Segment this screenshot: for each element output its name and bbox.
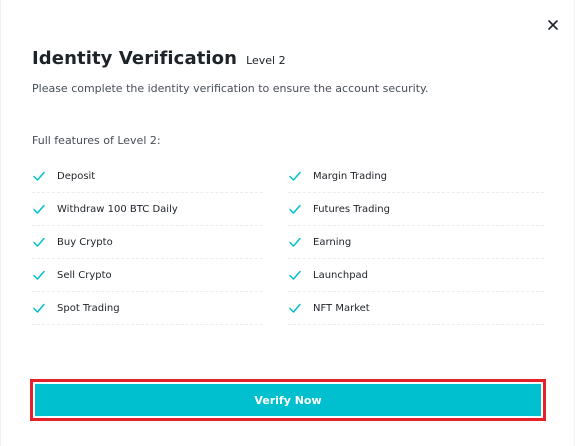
features-heading: Full features of Level 2: bbox=[32, 134, 161, 147]
check-icon bbox=[288, 202, 302, 216]
feature-item-earning: Earning bbox=[288, 226, 544, 259]
feature-label: Earning bbox=[313, 236, 352, 248]
feature-item-sell-crypto: Sell Crypto bbox=[32, 259, 263, 292]
feature-label: Spot Trading bbox=[57, 302, 120, 314]
feature-item-launchpad: Launchpad bbox=[288, 259, 544, 292]
check-icon bbox=[32, 235, 46, 249]
feature-label: Buy Crypto bbox=[57, 236, 113, 248]
feature-label: Futures Trading bbox=[313, 203, 390, 215]
check-icon bbox=[32, 202, 46, 216]
check-icon bbox=[288, 235, 302, 249]
modal-subtitle: Please complete the identity verificatio… bbox=[32, 82, 429, 95]
check-icon bbox=[288, 169, 302, 183]
feature-item-margin-trading: Margin Trading bbox=[288, 160, 544, 193]
feature-label: Withdraw 100 BTC Daily bbox=[57, 203, 178, 215]
feature-item-buy-crypto: Buy Crypto bbox=[32, 226, 263, 259]
modal-title: Identity Verification bbox=[32, 48, 238, 69]
feature-item-futures-trading: Futures Trading bbox=[288, 193, 544, 226]
close-icon[interactable] bbox=[544, 16, 562, 34]
check-icon bbox=[32, 268, 46, 282]
title-row: Identity Verification Level 2 bbox=[32, 48, 286, 69]
feature-label: Launchpad bbox=[313, 269, 369, 281]
check-icon bbox=[32, 169, 46, 183]
feature-label: NFT Market bbox=[313, 302, 370, 314]
feature-item-deposit: Deposit bbox=[32, 160, 263, 193]
feature-label: Sell Crypto bbox=[57, 269, 112, 281]
check-icon bbox=[288, 268, 302, 282]
check-icon bbox=[32, 301, 46, 315]
verify-now-button[interactable]: Verify Now bbox=[35, 384, 541, 416]
feature-label: Margin Trading bbox=[313, 170, 388, 182]
feature-label: Deposit bbox=[57, 170, 96, 182]
feature-item-spot-trading: Spot Trading bbox=[32, 292, 263, 325]
check-icon bbox=[288, 301, 302, 315]
verify-button-highlight: Verify Now bbox=[30, 379, 546, 421]
identity-verification-modal: Identity Verification Level 2 Please com… bbox=[0, 0, 575, 446]
features-list: Deposit Margin Trading Withdraw 100 BTC … bbox=[32, 160, 544, 325]
feature-item-nft-market: NFT Market bbox=[288, 292, 544, 325]
feature-item-withdraw: Withdraw 100 BTC Daily bbox=[32, 193, 263, 226]
level-badge: Level 2 bbox=[246, 54, 286, 67]
